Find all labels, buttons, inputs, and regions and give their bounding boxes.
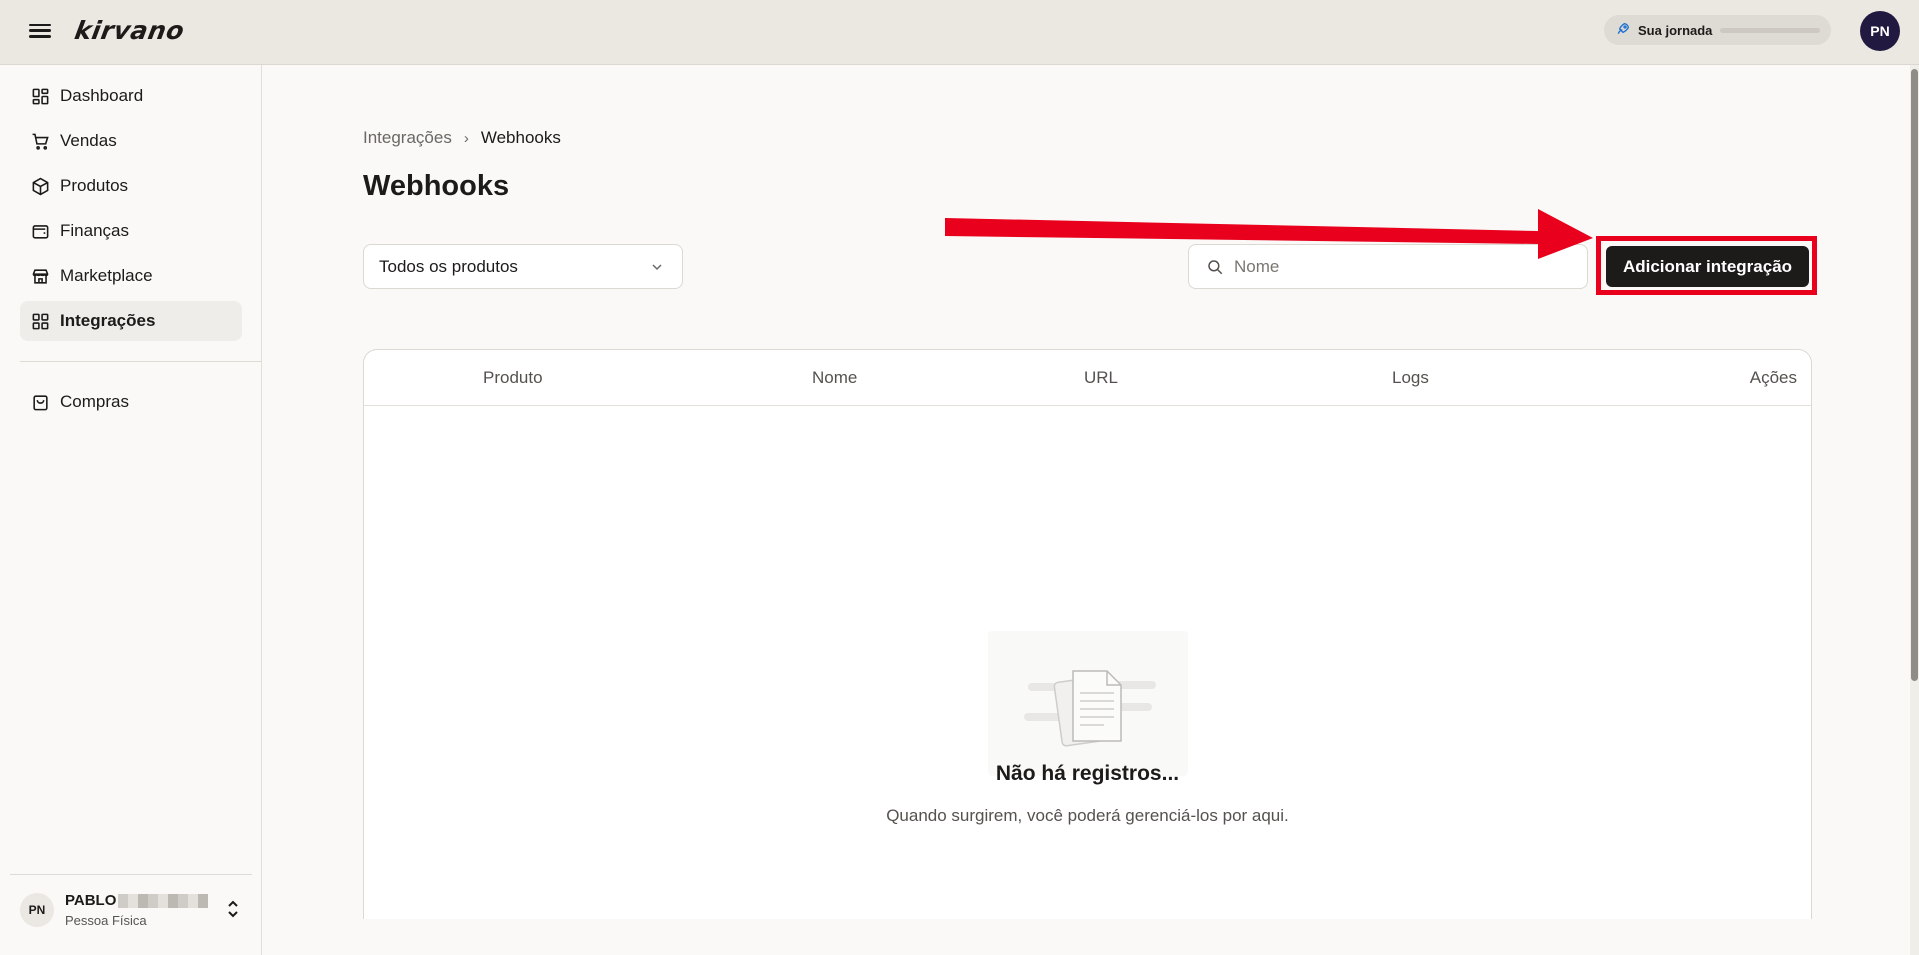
store-icon xyxy=(30,266,50,286)
top-bar: kirvano Sua jornada PN xyxy=(0,0,1919,65)
column-header: Ações xyxy=(1749,368,1797,387)
sidebar-item-label: Produtos xyxy=(60,176,129,195)
shopping-bag-icon xyxy=(30,392,50,412)
redacted-name xyxy=(118,893,209,908)
sidebar-item-integracoes[interactable]: Integrações xyxy=(20,301,242,341)
annotation-arrow xyxy=(945,209,1593,259)
rocket-icon xyxy=(1614,21,1632,39)
empty-state-illustration xyxy=(988,631,1188,776)
logo[interactable]: kirvano xyxy=(72,16,186,45)
sidebar-item-label: Compras xyxy=(60,392,129,411)
box-icon xyxy=(30,176,50,196)
dashboard-icon xyxy=(30,86,50,106)
chevron-down-icon xyxy=(652,264,662,271)
scrollbar-thumb[interactable] xyxy=(1911,69,1918,681)
sidebar-item-vendas[interactable]: Vendas xyxy=(20,121,242,161)
breadcrumb: Integrações › Webhooks xyxy=(363,128,561,148)
column-header: Produto xyxy=(483,368,543,387)
integrations-icon xyxy=(30,311,50,331)
journey-progress-bar xyxy=(1720,27,1821,33)
column-header: URL xyxy=(1084,368,1119,387)
page-title: Webhooks xyxy=(363,170,510,202)
sidebar-item-produtos[interactable]: Produtos xyxy=(20,166,242,206)
breadcrumb-current: Webhooks xyxy=(480,128,561,147)
empty-state-title: Não há registros... xyxy=(995,762,1180,785)
journey-progress[interactable]: Sua jornada xyxy=(1604,15,1831,45)
menu-icon[interactable] xyxy=(27,20,53,42)
product-filter-select[interactable]: Todos os produtos xyxy=(363,244,683,289)
product-filter-value: Todos os produtos xyxy=(379,256,518,276)
avatar[interactable]: PN xyxy=(1860,11,1900,51)
scrollbar[interactable] xyxy=(1910,65,1919,955)
table-header: Produto Nome URL Logs Ações xyxy=(364,350,1811,406)
user-name: PABLO xyxy=(65,892,209,909)
sidebar-item-label: Integrações xyxy=(60,311,156,330)
sidebar-item-marketplace[interactable]: Marketplace xyxy=(20,256,242,296)
empty-state-subtitle: Quando surgirem, você poderá gerenciá-lo… xyxy=(886,806,1289,825)
sidebar-item-label: Dashboard xyxy=(60,86,144,105)
column-header: Logs xyxy=(1392,368,1429,387)
user-type: Pessoa Física xyxy=(65,913,147,928)
sidebar-item-financas[interactable]: Finanças xyxy=(20,211,242,251)
sidebar-item-label: Vendas xyxy=(60,131,117,150)
webhooks-table: Produto Nome URL Logs Ações Não há regis… xyxy=(363,349,1812,919)
sidebar-item-dashboard[interactable]: Dashboard xyxy=(20,76,242,116)
chevron-right-icon: › xyxy=(463,129,469,147)
user-avatar: PN xyxy=(20,893,54,927)
sidebar-item-label: Finanças xyxy=(60,221,129,240)
wallet-icon xyxy=(30,221,50,241)
breadcrumb-parent[interactable]: Integrações xyxy=(363,128,452,148)
add-integration-button[interactable]: Adicionar integração xyxy=(1606,246,1809,287)
chevron-up-down-icon xyxy=(228,900,238,918)
user-menu[interactable]: PN PABLO Pessoa Física xyxy=(10,875,252,945)
sidebar-item-label: Marketplace xyxy=(60,266,153,285)
column-header: Nome xyxy=(812,368,858,387)
sidebar-item-compras[interactable]: Compras xyxy=(20,382,242,422)
journey-label: Sua jornada xyxy=(1638,22,1713,38)
sidebar: Dashboard Vendas Produtos Finanças Marke… xyxy=(0,65,262,955)
sidebar-divider xyxy=(20,361,262,362)
cart-icon xyxy=(30,131,50,151)
